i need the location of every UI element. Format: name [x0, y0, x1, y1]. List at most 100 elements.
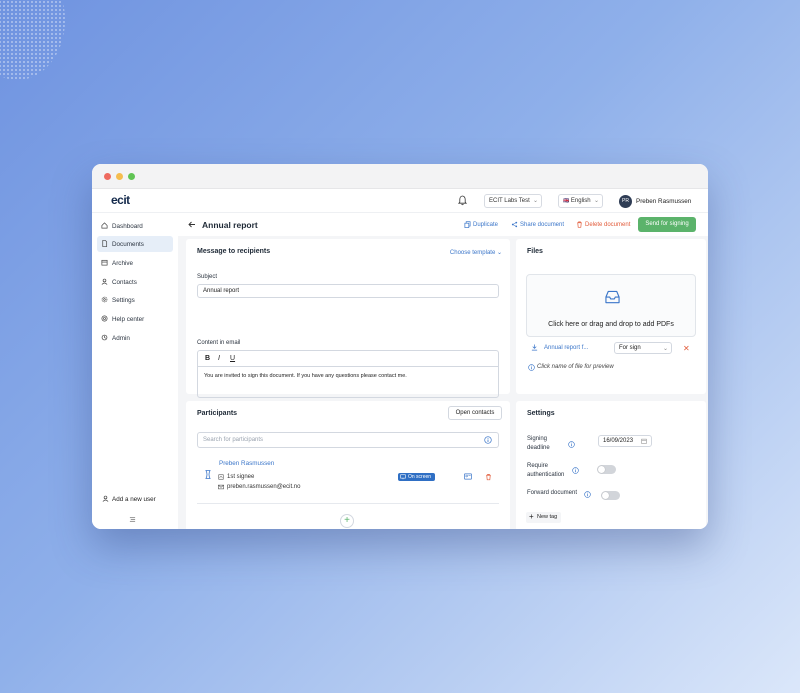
inbox-icon [605, 290, 620, 304]
sidebar-item-label: Dashboard [112, 223, 143, 230]
chevron-down-icon: ⌄ [662, 346, 668, 352]
sidebar-item-settings[interactable]: Settings [97, 292, 173, 308]
sidebar-item-dashboard[interactable]: Dashboard [97, 218, 173, 234]
add-participant-button[interactable]: + [340, 514, 354, 528]
duplicate-label: Duplicate [473, 222, 499, 228]
new-tag-button[interactable]: + New tag [526, 512, 562, 523]
participant-role-text: 1st signee [227, 474, 255, 480]
page-title: Annual report [202, 220, 258, 230]
sidebar-item-help-center[interactable]: Help center [97, 311, 173, 327]
signature-icon [218, 474, 224, 480]
user-name[interactable]: Preben Rasmussen [636, 198, 691, 205]
avatar[interactable]: PR [619, 195, 632, 208]
id-card-icon[interactable] [464, 473, 472, 480]
settings-card: Settings Signing deadline 16/09/2023 Req… [516, 401, 706, 529]
dashboard-icon [101, 222, 108, 229]
drag-handle-icon[interactable] [205, 470, 211, 479]
calendar-icon [641, 438, 647, 444]
bell-icon[interactable] [458, 195, 467, 206]
participant-name[interactable]: Preben Rasmussen [219, 460, 274, 467]
forward-document-label: Forward document [527, 490, 578, 496]
email-body-text[interactable]: You are invited to sign this document. I… [204, 373, 407, 379]
sidebar-item-label: Documents [112, 241, 144, 248]
subject-label: Subject [197, 274, 218, 280]
choose-template-label: Choose template [449, 250, 496, 256]
choose-template-button[interactable]: Choose template ⌄ [450, 249, 502, 256]
top-bar: ecit ECIT Labs Test ⌄ 🇬🇧 English ⌄ PR Pr… [92, 190, 708, 213]
editor-toolbar: B I U [198, 351, 498, 367]
sidebar-item-admin[interactable]: Admin [97, 330, 173, 346]
info-icon [584, 491, 591, 498]
download-icon[interactable] [531, 344, 538, 351]
sidebar-item-contacts[interactable]: Contacts [97, 274, 173, 290]
dropzone-text: Click here or drag and drop to add PDFs [548, 321, 674, 328]
participant-email-text: preben.rasmussen@ecit.no [227, 484, 301, 490]
organization-select-value: ECIT Labs Test [489, 198, 530, 204]
sidebar-item-documents[interactable]: Documents [97, 236, 173, 252]
signing-deadline-input[interactable]: 16/09/2023 [598, 435, 652, 447]
app-window: ecit ECIT Labs Test ⌄ 🇬🇧 English ⌄ PR Pr… [92, 164, 708, 529]
email-content-editor[interactable]: B I U You are invited to sign this docum… [197, 350, 499, 398]
sidebar-item-label: Contacts [112, 279, 137, 286]
info-icon [568, 441, 575, 448]
ecit-logo[interactable]: ecit [111, 193, 130, 207]
sidebar-item-label: Settings [112, 297, 135, 304]
subject-input[interactable]: Annual report [197, 284, 499, 298]
main-content: Annual report Duplicate Share document D… [178, 214, 708, 529]
participant-search-input[interactable]: Search for participants [197, 432, 499, 448]
help-icon [101, 315, 108, 322]
new-tag-label: New tag [537, 514, 558, 520]
language-select[interactable]: 🇬🇧 English ⌄ [558, 194, 603, 208]
participant-row: Preben Rasmussen 1st signee preben.rasmu… [197, 454, 499, 504]
add-user-label: Add a new user [112, 496, 156, 503]
remove-file-icon[interactable]: ✕ [683, 344, 690, 353]
window-titlebar [92, 164, 708, 189]
file-name-link[interactable]: Annual report f... [544, 345, 588, 351]
pdf-dropzone[interactable]: Click here or drag and drop to add PDFs [526, 274, 696, 337]
forward-document-toggle[interactable] [601, 491, 620, 500]
sidebar-item-label: Help center [112, 316, 145, 323]
contacts-icon [101, 278, 108, 285]
bold-button[interactable]: B [205, 355, 210, 362]
participants-card: Participants Open contacts Search for pa… [186, 401, 510, 529]
participants-card-title: Participants [197, 410, 238, 417]
require-authentication-toggle[interactable] [597, 465, 616, 474]
collapse-sidebar-icon[interactable] [129, 516, 136, 523]
info-icon [484, 436, 492, 444]
back-arrow-icon[interactable] [188, 221, 196, 228]
sidebar: Dashboard Documents Archive Contacts Set… [92, 214, 178, 529]
underline-button[interactable]: U [230, 355, 235, 362]
decorative-dot-pattern [0, 0, 65, 80]
mail-icon [218, 484, 224, 490]
file-role-value: For sign [619, 345, 641, 351]
admin-icon [101, 334, 108, 341]
document-icon [102, 240, 108, 247]
share-icon [511, 221, 518, 228]
file-role-select[interactable]: For sign ⌄ [614, 342, 672, 354]
settings-card-title: Settings [527, 410, 555, 417]
status-badge-label: On screen [408, 474, 432, 480]
files-card: Files Click here or drag and drop to add… [516, 239, 706, 394]
screen-icon [400, 474, 406, 480]
italic-button[interactable]: I [218, 355, 220, 362]
status-badge: On screen [398, 473, 436, 481]
send-for-signing-button[interactable]: Send for signing [638, 217, 696, 232]
open-contacts-button[interactable]: Open contacts [448, 406, 502, 420]
trash-icon[interactable] [485, 473, 492, 481]
close-window-button[interactable] [104, 173, 111, 180]
maximize-window-button[interactable] [128, 173, 135, 180]
delete-document-label: Delete document [585, 222, 631, 228]
sidebar-item-archive[interactable]: Archive [97, 255, 173, 271]
participant-search-placeholder: Search for participants [203, 437, 264, 443]
chevron-down-icon: ⌄ [496, 250, 502, 256]
archive-icon [101, 259, 108, 266]
file-hint-text: Click name of file for preview [537, 364, 614, 370]
flag-icon: 🇬🇧 [563, 198, 570, 204]
files-card-title: Files [527, 248, 543, 255]
language-select-value: English [570, 198, 591, 204]
info-icon [572, 467, 579, 474]
organization-select[interactable]: ECIT Labs Test ⌄ [484, 194, 542, 208]
gear-icon [101, 296, 108, 303]
sidebar-item-label: Archive [112, 260, 133, 267]
minimize-window-button[interactable] [116, 173, 123, 180]
